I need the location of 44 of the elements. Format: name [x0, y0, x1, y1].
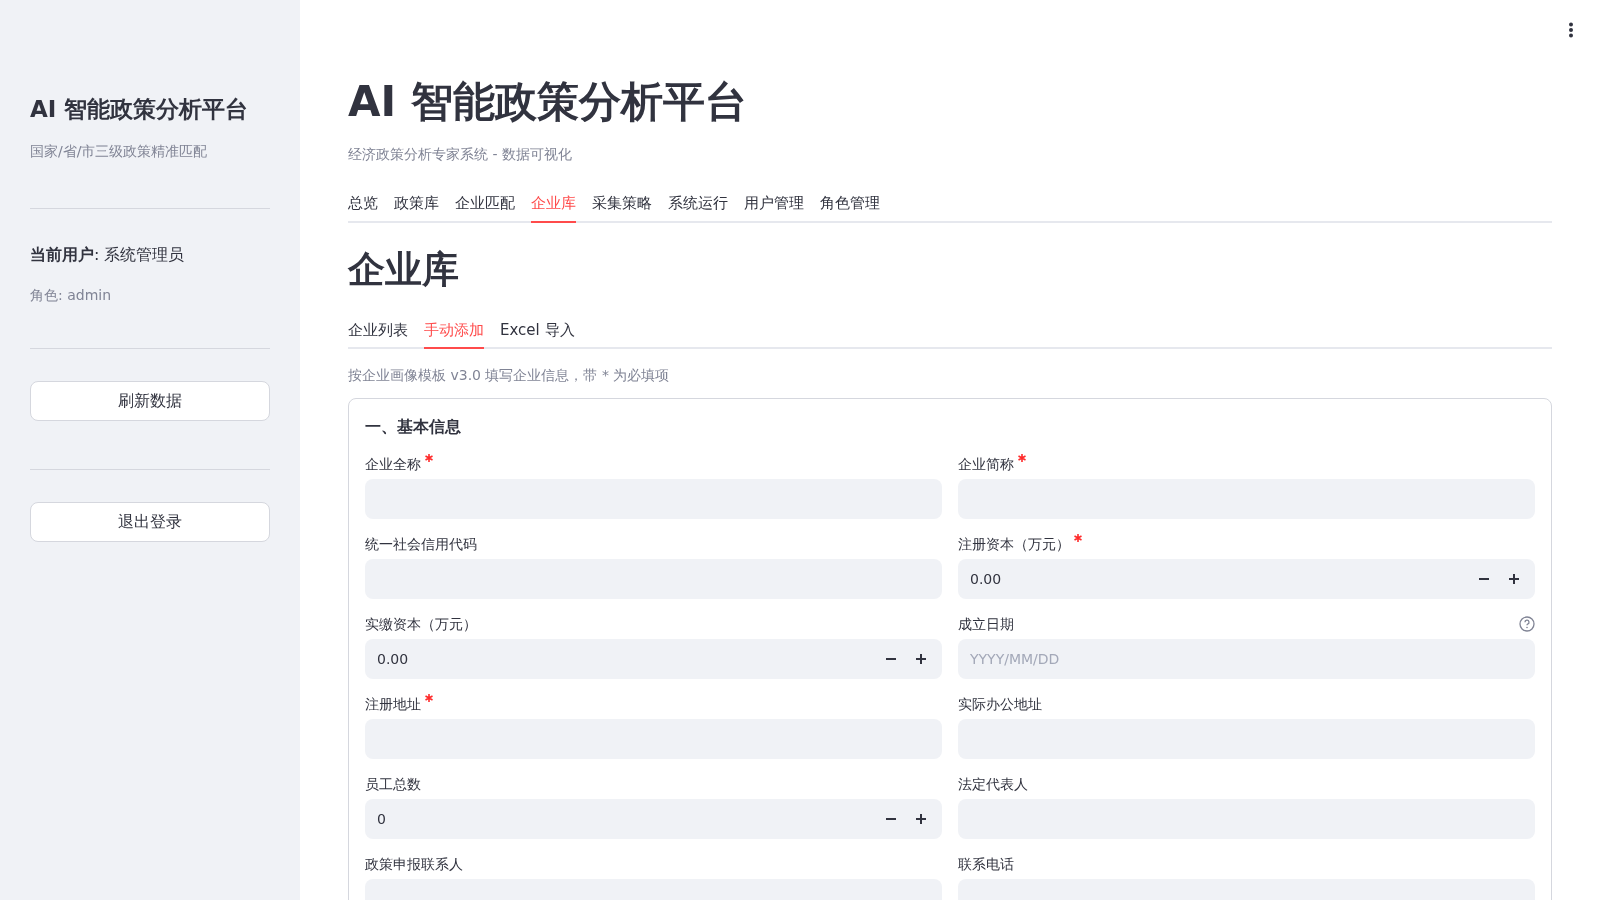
section-heading: 企业库	[348, 247, 460, 293]
sidebar-subtitle: 国家/省/市三级政策精准匹配	[30, 141, 209, 161]
logout-button[interactable]: 退出登录	[30, 501, 270, 542]
field-label: 实际办公地址	[958, 694, 1042, 714]
plus-icon[interactable]	[1509, 574, 1519, 584]
plus-icon[interactable]	[916, 814, 926, 824]
tab[interactable]: Excel 导入	[500, 313, 575, 349]
field-label: 企业简称	[958, 454, 1014, 474]
field-label: 联系电话	[958, 854, 1014, 874]
current-user: 当前用户: 系统管理员	[30, 243, 186, 266]
page-title: AI 智能政策分析平台	[348, 76, 748, 128]
minus-icon[interactable]	[886, 658, 896, 660]
tab[interactable]: 企业匹配	[455, 185, 515, 223]
number-field[interactable]: 0.00	[958, 559, 1535, 599]
tab[interactable]: 角色管理	[820, 185, 880, 223]
tab[interactable]: 用户管理	[744, 185, 804, 223]
sidebar-title: AI 智能政策分析平台	[30, 95, 250, 124]
minus-icon[interactable]	[886, 818, 896, 820]
tab[interactable]: 系统运行	[668, 185, 728, 223]
plus-icon[interactable]	[916, 654, 926, 664]
tab[interactable]: 政策库	[394, 185, 439, 223]
field-label: 成立日期	[958, 614, 1014, 634]
page-subtitle: 经济政策分析专家系统 - 数据可视化	[348, 145, 573, 164]
number-field[interactable]: 0	[365, 799, 942, 839]
tab[interactable]: 企业列表	[348, 313, 408, 349]
field-label: 实缴资本（万元）	[365, 614, 477, 634]
number-field[interactable]: 0.00	[365, 639, 942, 679]
field-label: 统一社会信用代码	[365, 534, 477, 554]
date-field[interactable]: YYYY/MM/DD	[958, 639, 1535, 679]
field-label: 注册资本（万元）	[958, 534, 1070, 554]
minus-icon[interactable]	[1479, 578, 1489, 580]
form-section-title: 一、基本信息	[365, 416, 462, 438]
field-label: 企业全称	[365, 454, 421, 474]
field-label: 法定代表人	[958, 774, 1028, 794]
tab[interactable]: 采集策略	[592, 185, 652, 223]
field-label: 政策申报联系人	[365, 854, 463, 874]
field-label: 员工总数	[365, 774, 421, 794]
more-menu-icon[interactable]	[1568, 22, 1574, 38]
tab[interactable]: 总览	[348, 185, 378, 223]
field-label: 注册地址	[365, 694, 421, 714]
help-icon[interactable]	[1519, 616, 1535, 632]
form-caption: 按企业画像模板 v3.0 填写企业信息，带 * 为必填项	[348, 366, 671, 385]
refresh-button[interactable]: 刷新数据	[30, 380, 270, 421]
user-role: 角色: admin	[30, 285, 113, 305]
